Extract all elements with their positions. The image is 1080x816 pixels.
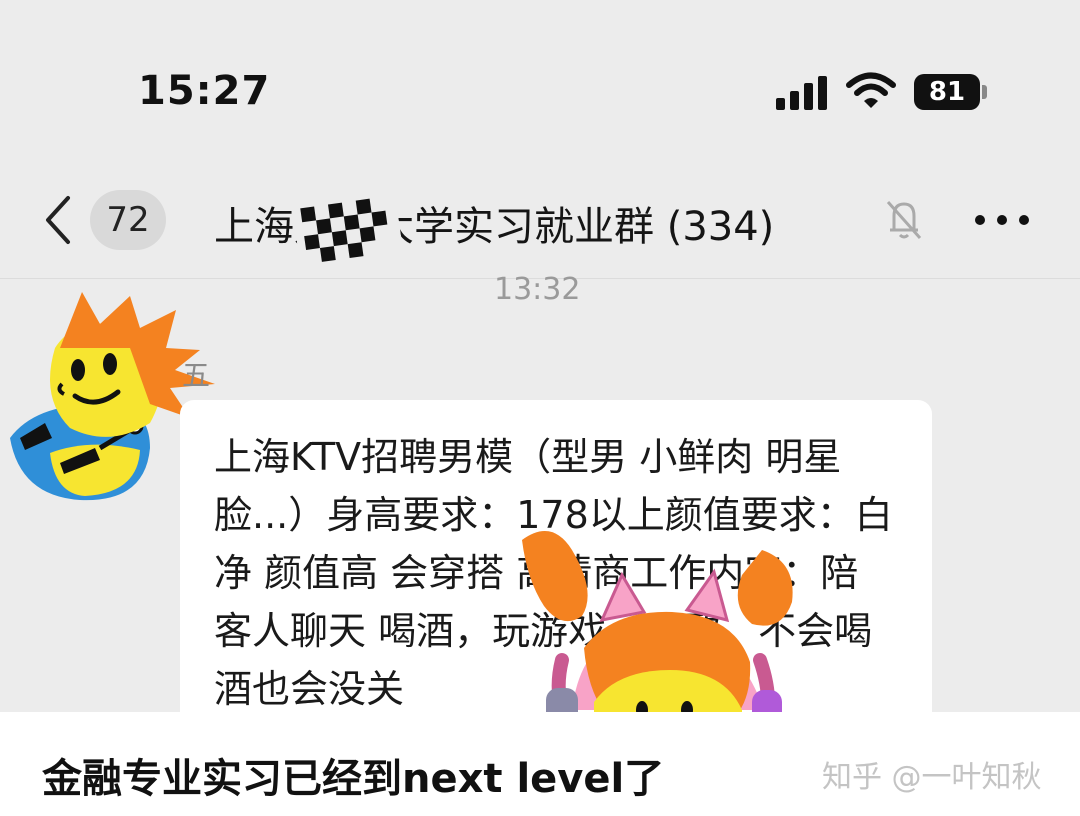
cellular-signal-icon (776, 76, 827, 110)
unread-count-badge[interactable]: 72 (90, 190, 166, 250)
battery-tip (982, 85, 987, 99)
message-timestamp: 13:32 (494, 272, 581, 307)
battery-indicator: 81 (914, 74, 987, 110)
redaction-mosaic (291, 189, 405, 275)
sender-name: 五 (182, 359, 211, 392)
wifi-icon (846, 72, 896, 108)
cartoon-sticker (522, 531, 793, 712)
more-options-icon[interactable] (972, 210, 1032, 230)
battery-level: 81 (914, 74, 980, 110)
muted-bell-icon (886, 201, 922, 239)
chat-screenshot: 15:27 81 72 上海财经大学实习就业群 (334) 13:32 五 上海… (0, 0, 1080, 712)
zhihu-watermark: 知乎 @一叶知秋 (822, 760, 1042, 795)
status-time: 15:27 (138, 68, 271, 114)
back-chevron-icon[interactable] (40, 194, 76, 246)
post-caption: 金融专业实习已经到next level了 (42, 756, 665, 802)
